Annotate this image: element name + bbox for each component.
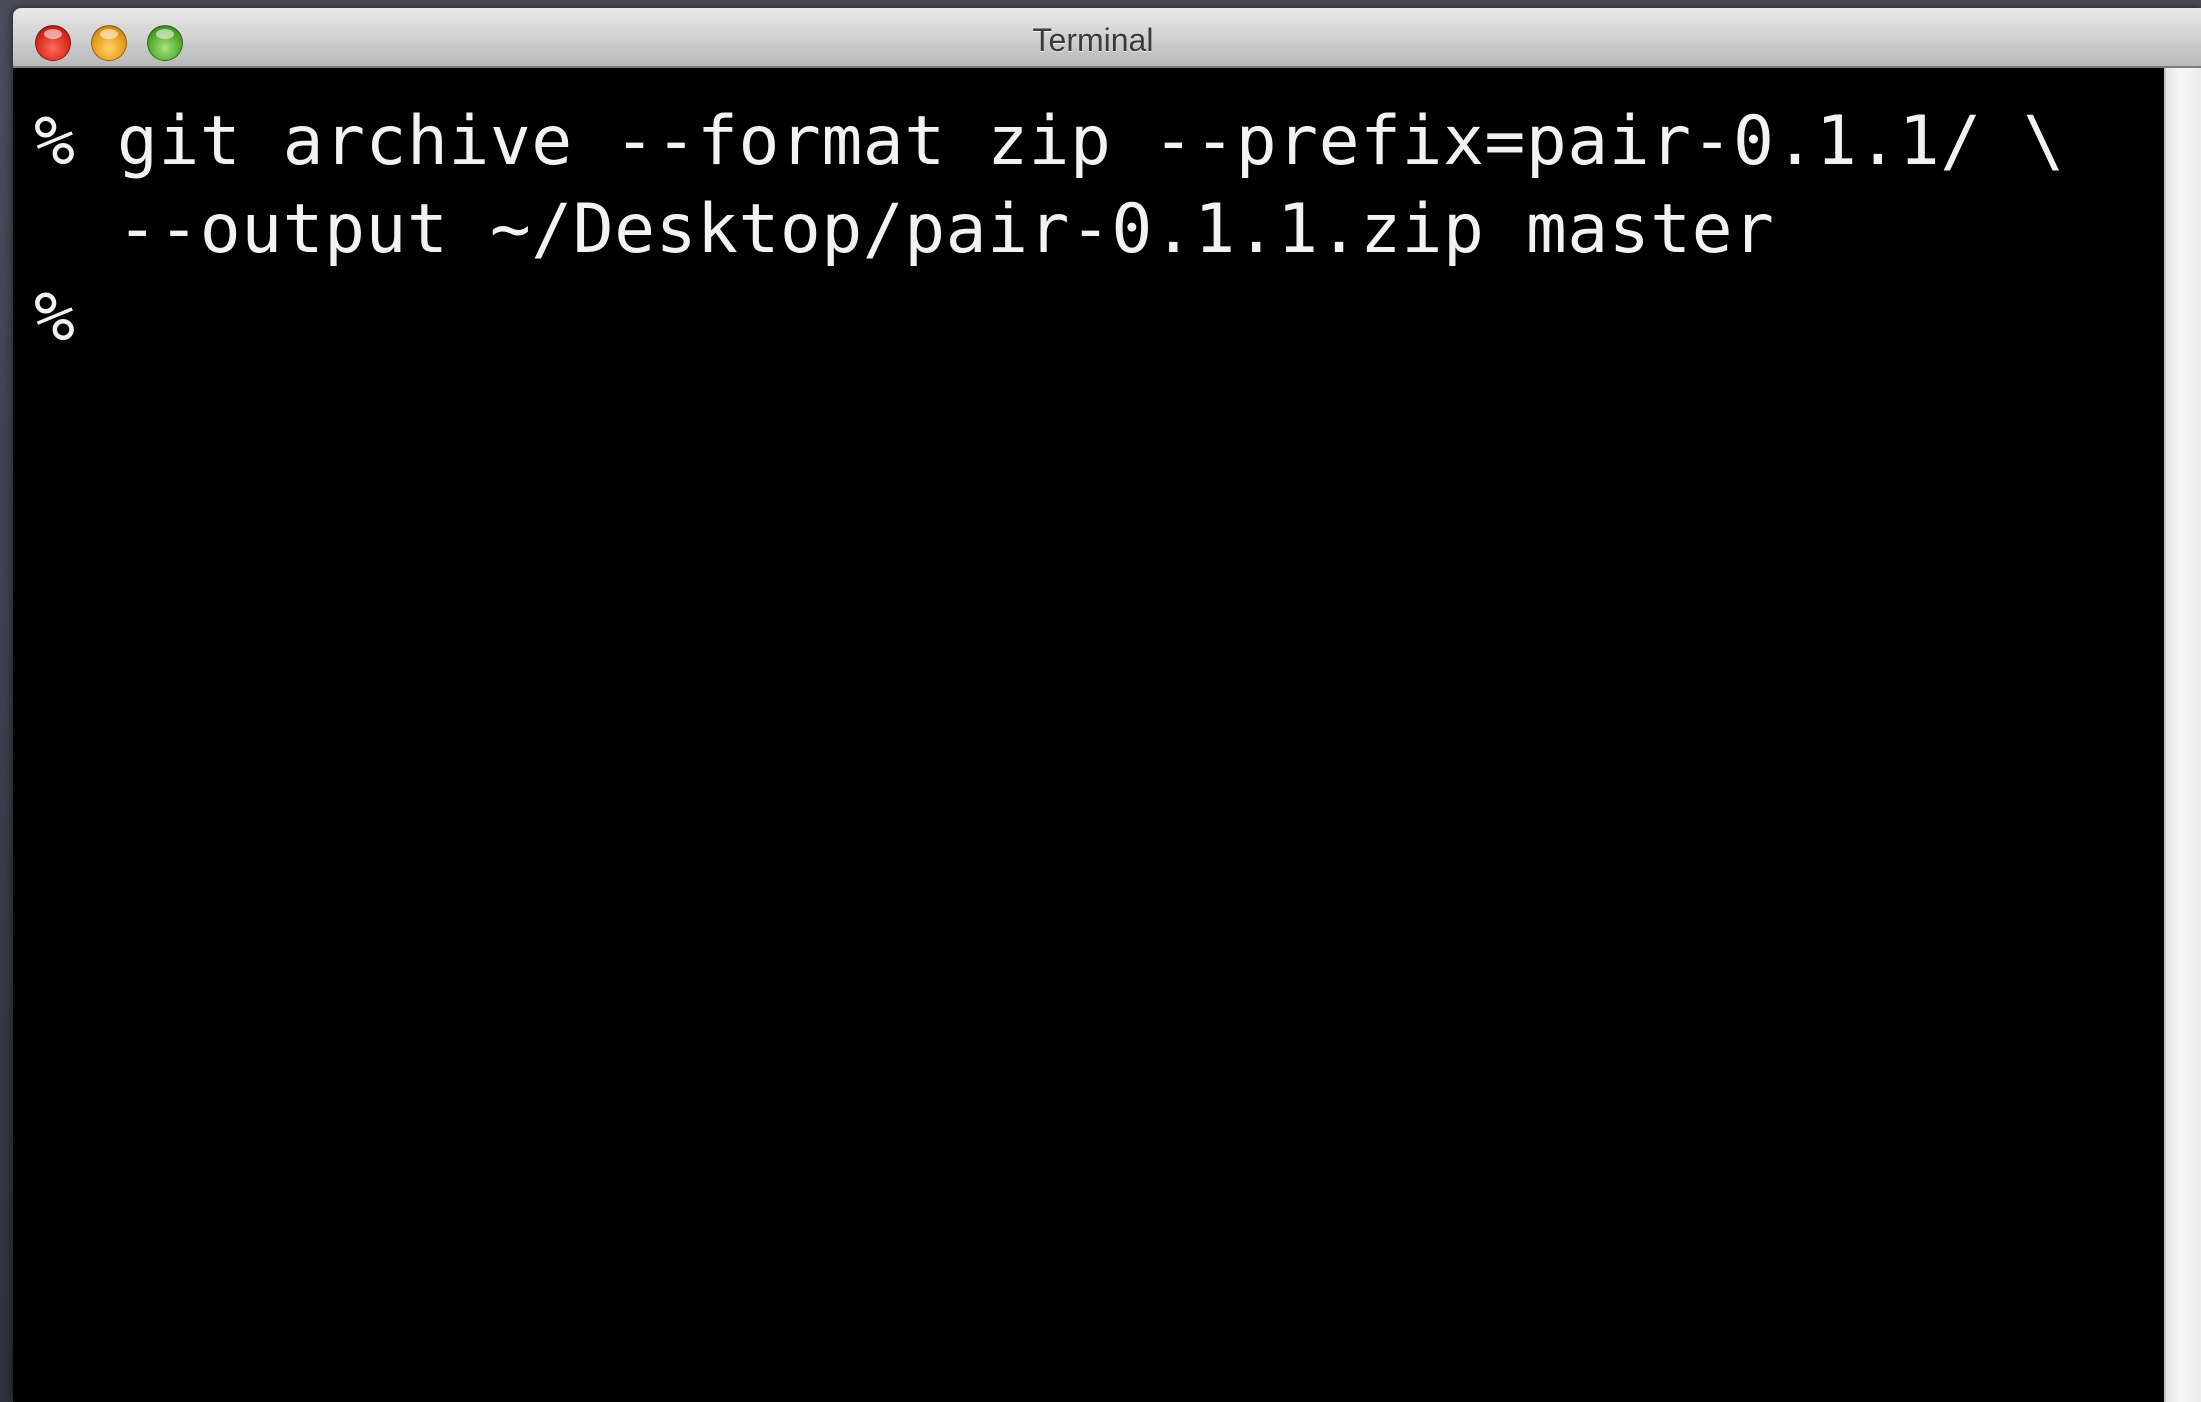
- window-title: Terminal: [1032, 22, 1154, 58]
- terminal-output[interactable]: % git archive --format zip --prefix=pair…: [13, 68, 2164, 1402]
- terminal-prompt-line[interactable]: %: [34, 274, 2164, 362]
- terminal-line-2: --output ~/Desktop/pair-0.1.1.zip master: [34, 190, 1775, 269]
- terminal-window: Terminal % git archive --format zip --pr…: [13, 8, 2201, 1402]
- terminal-line-1: % git archive --format zip --prefix=pair…: [34, 102, 2065, 181]
- vertical-scrollbar[interactable]: [2164, 68, 2201, 1402]
- desktop: Terminal % git archive --format zip --pr…: [0, 0, 2201, 1402]
- title-bar[interactable]: Terminal: [13, 8, 2201, 68]
